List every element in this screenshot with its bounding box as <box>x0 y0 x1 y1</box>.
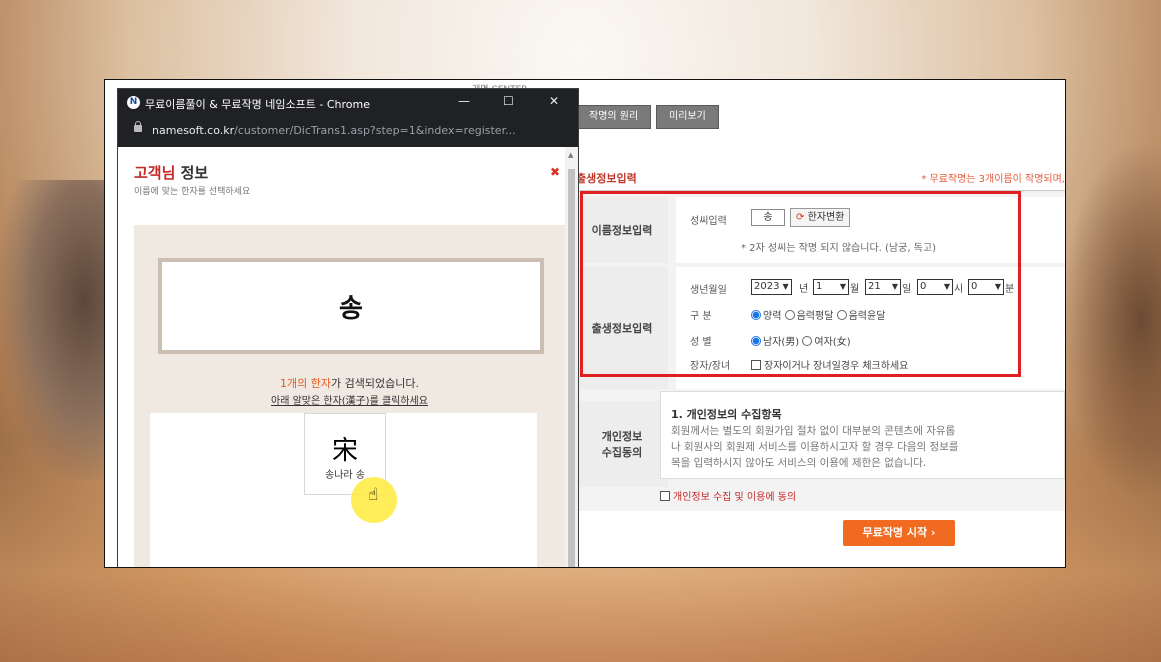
customer-title-red: 고객님 <box>134 164 176 182</box>
main-page: 개명 CENTER 작명의 원리 미리보기 출생정보입력 * 무료작명는 3개이… <box>472 80 1065 567</box>
customer-title: 고객님 정보 <box>134 162 208 183</box>
chrome-popup-window: N 무료이름풀이 & 무료작명 네임소프트 - Chrome — ☐ ✕ nam… <box>117 88 579 567</box>
address-bar[interactable]: namesoft.co.kr/customer/DicTrans1.asp?st… <box>118 117 578 145</box>
privacy-agree-checkbox[interactable] <box>660 491 670 501</box>
name-display-box: 송 <box>158 258 544 354</box>
privacy-label-line1: 개인정보 <box>601 430 643 443</box>
title-bar[interactable]: N 무료이름풀이 & 무료작명 네임소프트 - Chrome — ☐ ✕ <box>118 89 578 117</box>
customer-subtitle: 이름에 맞는 한자를 선택하세요 <box>134 187 251 197</box>
popup-scrollbar[interactable]: ▲ <box>565 147 578 567</box>
hanja-char: 宋 <box>331 436 358 466</box>
name-display: 송 <box>339 293 363 324</box>
principle-button[interactable]: 작명의 원리 <box>576 105 652 129</box>
privacy-text-line2: 나 회원사의 회원제 서비스를 이용하시고자 할 경우 다음의 정보를 <box>671 441 959 453</box>
found-message: 1개의 한자가 검색되었습니다. <box>134 375 565 391</box>
hanja-panel: 송 1개의 한자가 검색되었습니다. 아래 알맞은 한자(漢子)를 클릭하세요 … <box>134 225 565 567</box>
popup-content: 고객님 정보 이름에 맞는 한자를 선택하세요 ✖ 송 1개의 한자가 검색되었… <box>118 147 565 567</box>
highlight-frame <box>580 191 1021 377</box>
url-host: namesoft.co.kr <box>152 124 235 137</box>
close-window-button[interactable]: ✕ <box>549 94 559 108</box>
section-note: * 무료작명는 3개이름이 작명되며, <box>921 174 1065 185</box>
background-shadow <box>1061 140 1161 500</box>
hanja-list: 宋 송나라 송 <box>150 413 537 567</box>
privacy-label-line2: 수집동의 <box>601 446 643 459</box>
privacy-label: 개인정보 수집동의 <box>576 401 668 487</box>
scroll-up-icon[interactable]: ▲ <box>568 151 573 159</box>
hand-cursor-icon: ☝ <box>368 485 379 505</box>
found-count: 1개의 한자 <box>280 377 332 390</box>
privacy-text-box[interactable]: 1. 개인정보의 수집항목 회원께서는 별도의 회원가입 절차 없이 대부분의 … <box>660 391 1065 479</box>
close-icon[interactable]: ✖ <box>550 165 560 179</box>
privacy-agree: 개인정보 수집 및 이용에 동의 <box>660 488 796 503</box>
background-figure <box>0 180 120 480</box>
lock-icon <box>134 121 142 132</box>
click-instruction: 아래 알맞은 한자(漢子)를 클릭하세요 <box>271 396 428 407</box>
privacy-text-line1: 회원께서는 별도의 회원가입 절차 없이 대부분의 콘텐츠에 자유롭 <box>671 425 956 437</box>
section-title: 출생정보입력 <box>576 172 637 185</box>
preview-button[interactable]: 미리보기 <box>656 105 719 129</box>
found-rest: 가 검색되었습니다. <box>331 377 419 390</box>
privacy-text-line3: 목을 입력하시지 않아도 서비스의 이용에 제한은 없습니다. <box>671 457 927 469</box>
window-title: 무료이름풀이 & 무료작명 네임소프트 - Chrome <box>145 98 370 111</box>
minimize-button[interactable]: — <box>458 94 470 108</box>
url-text: namesoft.co.kr/customer/DicTrans1.asp?st… <box>152 124 516 137</box>
scroll-thumb[interactable] <box>568 169 575 567</box>
screenshot-frame: 개명 CENTER 작명의 원리 미리보기 출생정보입력 * 무료작명는 3개이… <box>104 79 1066 568</box>
start-naming-button[interactable]: 무료작명 시작 › <box>843 520 955 546</box>
customer-title-dark: 정보 <box>175 164 209 182</box>
site-favicon-icon: N <box>127 96 140 109</box>
maximize-button[interactable]: ☐ <box>503 94 514 108</box>
url-path: /customer/DicTrans1.asp?step=1&index=reg… <box>234 124 516 137</box>
privacy-heading: 1. 개인정보의 수집항목 <box>671 408 782 421</box>
privacy-agree-label: 개인정보 수집 및 이용에 동의 <box>673 492 797 503</box>
